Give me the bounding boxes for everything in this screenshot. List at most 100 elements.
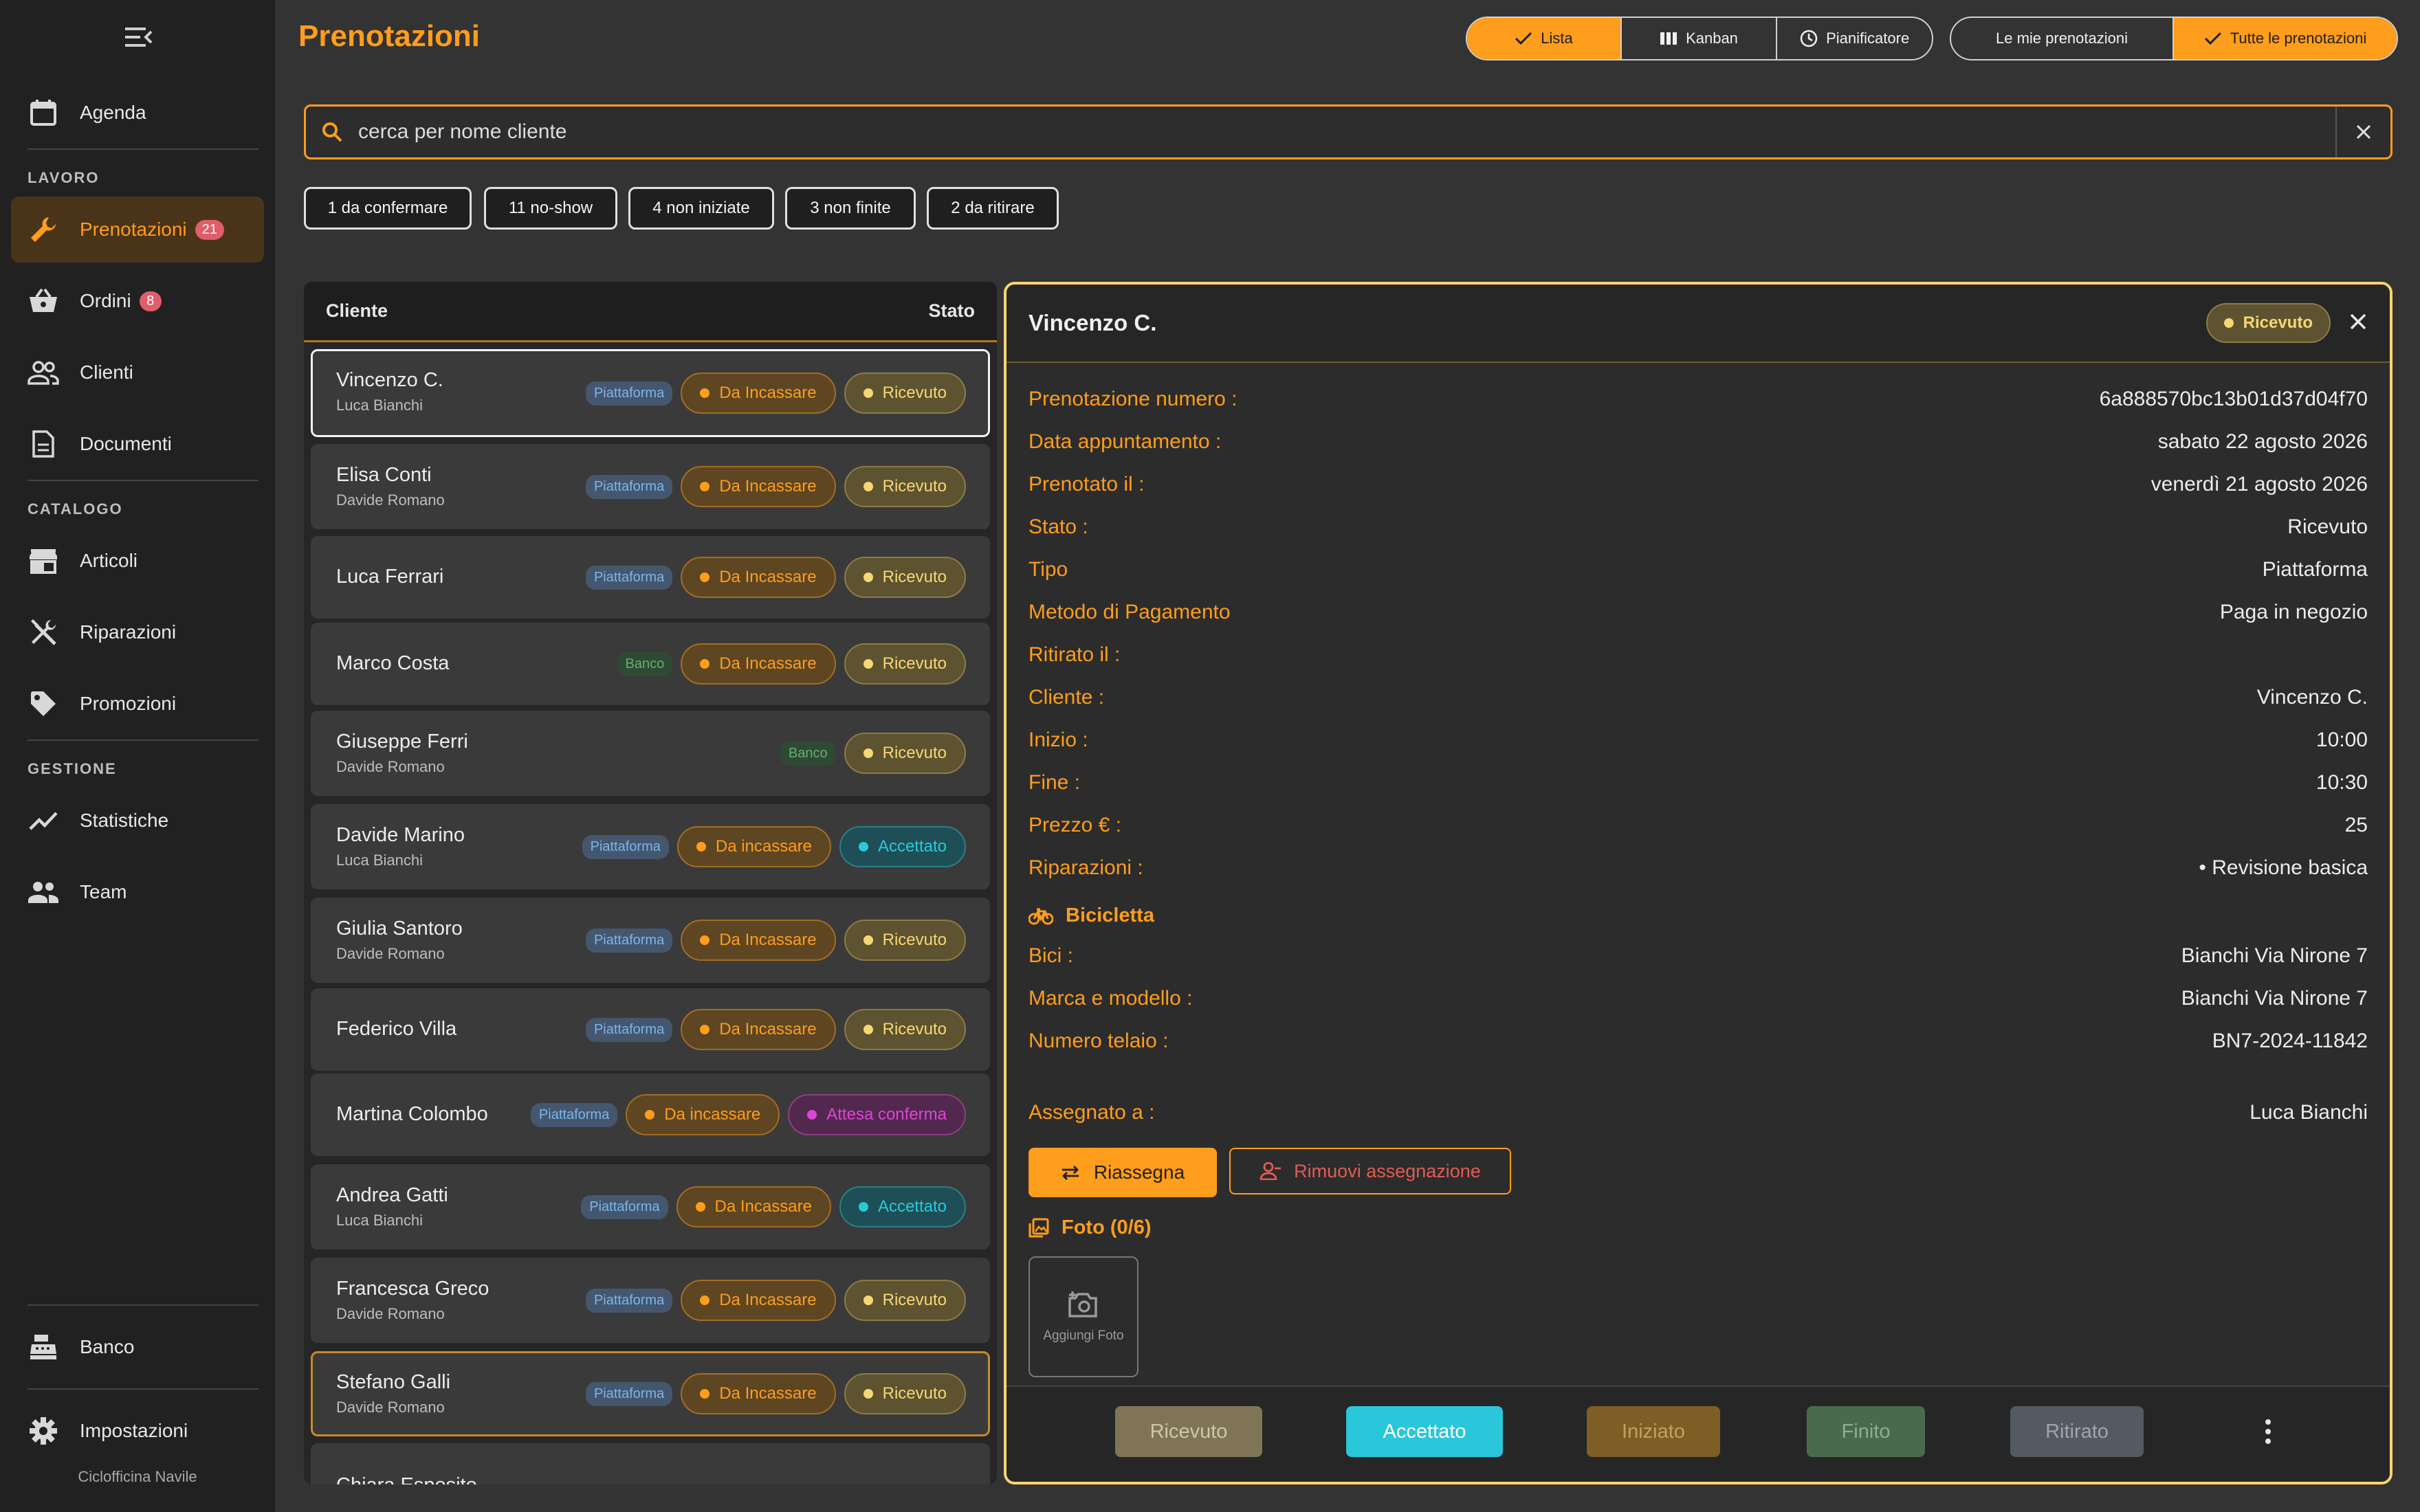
source-tag: Piattaforma xyxy=(585,565,673,590)
booking-row[interactable]: Marco Costa Banco Da Incassare Ricevuto xyxy=(311,623,990,705)
payment-status-pill: Da Incassare xyxy=(681,920,836,961)
booking-row[interactable]: Martina Colombo Piattaforma Da incassare At… xyxy=(311,1074,990,1156)
remove-assignment-button[interactable]: Rimuovi assegnazione xyxy=(1229,1148,1511,1194)
payment-status-label: Da Incassare xyxy=(719,383,817,402)
sidebar-item-banco[interactable]: Banco xyxy=(11,1314,264,1380)
booking-row[interactable]: Federico Villa Piattaforma Da Incassare Ric… xyxy=(311,988,990,1071)
detail-field-row: Data appuntamento : sabato 22 agosto 2026 xyxy=(1028,430,2368,454)
client-name: Luca Ferrari xyxy=(336,566,444,588)
assigned-label: Assegnato a : xyxy=(1028,1101,1155,1124)
field-label: Stato : xyxy=(1028,515,1088,538)
owner-filter: Le mie prenotazioni Tutte le prenotazion… xyxy=(1950,16,2398,60)
sidebar-item-team[interactable]: Team xyxy=(11,859,264,925)
booking-status-label: Ricevuto xyxy=(882,1291,947,1309)
detail-field-row: Metodo di Pagamento Paga in negozio xyxy=(1028,601,2368,624)
clear-search-button[interactable] xyxy=(2335,107,2390,157)
section-label-gestione: GESTIONE xyxy=(28,760,117,777)
assignee-name: Luca Bianchi xyxy=(336,1212,423,1229)
add-photo-button[interactable]: Aggiungi Foto xyxy=(1028,1256,1138,1377)
booking-row[interactable]: Luca Ferrari Piattaforma Da Incassare Ricev… xyxy=(311,536,990,619)
client-name: Elisa Conti xyxy=(336,464,432,486)
remove-person-icon xyxy=(1260,1162,1282,1180)
assigned-row: Assegnato a : Luca Bianchi xyxy=(1028,1101,2368,1124)
more-vert-icon xyxy=(2265,1419,2271,1444)
row-tags: Banco Da Incassare Ricevuto xyxy=(617,643,966,685)
sidebar-item-impostazioni[interactable]: Impostazioni xyxy=(11,1398,264,1464)
sidebar-item-clienti[interactable]: Clienti xyxy=(11,340,264,405)
filter-all-button[interactable]: Tutte le prenotazioni xyxy=(2174,18,2397,59)
filter-chip[interactable]: 4 non iniziate xyxy=(628,187,774,230)
assigned-value: Luca Bianchi xyxy=(2250,1101,2368,1124)
field-label: Marca e modello : xyxy=(1028,987,1193,1010)
payment-status-pill: Da Incassare xyxy=(681,466,836,507)
sidebar-item-promozioni[interactable]: Promozioni xyxy=(11,671,264,737)
count-badge: 21 xyxy=(195,219,224,240)
status-ritirato-button[interactable]: Ritirato xyxy=(2010,1406,2144,1457)
booking-row[interactable]: Giulia Santoro Davide Romano Piattaforma Da… xyxy=(311,898,990,983)
status-finito-button[interactable]: Finito xyxy=(1807,1406,1925,1457)
status-ricevuto-button[interactable]: Ricevuto xyxy=(1115,1406,1262,1457)
view-pianificatore-button[interactable]: Pianificatore xyxy=(1777,18,1932,59)
field-value: 10:30 xyxy=(2316,771,2368,794)
booking-row[interactable]: Elisa Conti Davide Romano Piattaforma Da In… xyxy=(311,444,990,529)
section-label-lavoro: LAVORO xyxy=(28,169,100,186)
check-icon xyxy=(1515,32,1532,45)
sidebar-item-statistiche[interactable]: Statistiche xyxy=(11,788,264,854)
sidebar-item-articoli[interactable]: Articoli xyxy=(11,528,264,594)
payment-status-label: Da Incassare xyxy=(719,931,817,949)
booking-status-label: Ricevuto xyxy=(882,568,947,586)
sidebar-item-ordini[interactable]: Ordini 8 xyxy=(11,268,264,334)
reassign-button[interactable]: Riassegna xyxy=(1028,1148,1217,1197)
payment-status-pill: Da Incassare xyxy=(681,643,836,685)
close-detail-button[interactable] xyxy=(2348,312,2368,335)
sidebar-label: Impostazioni xyxy=(80,1420,188,1441)
client-name: Chiara Esposito xyxy=(336,1474,477,1485)
view-kanban-button[interactable]: Kanban xyxy=(1622,18,1778,59)
trending-up-icon xyxy=(28,805,59,836)
assignee-name: Luca Bianchi xyxy=(336,852,423,869)
check-icon xyxy=(2204,32,2221,45)
client-name: Federico Villa xyxy=(336,1018,457,1040)
filter-chip[interactable]: 2 da ritirare xyxy=(927,187,1059,230)
field-label: Tipo xyxy=(1028,558,1068,581)
sidebar-item-agenda[interactable]: Agenda xyxy=(11,80,264,146)
gear-icon xyxy=(28,1415,59,1447)
booking-row[interactable]: Chiara Esposito xyxy=(311,1443,990,1485)
field-label: Cliente : xyxy=(1028,686,1105,709)
booking-status-pill: Ricevuto xyxy=(844,920,966,961)
booking-row[interactable]: Francesca Greco Davide Romano Piattaforma D… xyxy=(311,1258,990,1343)
client-name: Martina Colombo xyxy=(336,1103,488,1125)
payment-status-label: Da Incassare xyxy=(719,568,817,586)
booking-row[interactable]: Stefano Galli Davide Romano Piattaforma Da … xyxy=(311,1351,990,1436)
filter-chip[interactable]: 11 no-show xyxy=(484,187,617,230)
view-lista-button[interactable]: Lista xyxy=(1467,18,1622,59)
cash-register-icon xyxy=(28,1331,59,1363)
filter-mine-button[interactable]: Le mie prenotazioni xyxy=(1951,18,2174,59)
status-accettato-button[interactable]: Accettato xyxy=(1346,1406,1503,1457)
booking-status-label: Ricevuto xyxy=(882,931,947,949)
row-tags: Piattaforma Da Incassare Ricevuto xyxy=(585,373,966,414)
bike-field-row: Numero telaio : BN7-2024-11842 xyxy=(1028,1030,2368,1053)
sidebar-item-riparazioni[interactable]: Riparazioni xyxy=(11,599,264,665)
sidebar-item-prenotazioni[interactable]: Prenotazioni 21 xyxy=(11,197,264,263)
source-tag: Piattaforma xyxy=(585,1288,673,1313)
booking-row[interactable]: Vincenzo C. Luca Bianchi Piattaforma Da Inc… xyxy=(311,349,990,437)
status-iniziato-button[interactable]: Iniziato xyxy=(1587,1406,1720,1457)
source-tag: Piattaforma xyxy=(585,381,673,405)
people-outline-icon xyxy=(28,357,59,388)
source-tag: Piattaforma xyxy=(585,1017,673,1042)
sidebar-item-documenti[interactable]: Documenti xyxy=(11,411,264,477)
row-tags: Piattaforma Da Incassare Ricevuto xyxy=(585,1280,966,1321)
collapse-menu-icon[interactable] xyxy=(121,23,154,51)
booking-status-label: Attesa conferma xyxy=(826,1105,947,1124)
search-input[interactable]: cerca per nome cliente xyxy=(358,120,2335,144)
search-bar[interactable]: cerca per nome cliente xyxy=(304,104,2392,159)
booking-row[interactable]: Andrea Gatti Luca Bianchi Piattaforma Da In… xyxy=(311,1164,990,1249)
booking-row[interactable]: Davide Marino Luca Bianchi Piattaforma Da i… xyxy=(311,804,990,889)
more-options-button[interactable] xyxy=(2244,1406,2292,1457)
assignee-name: Luca Bianchi xyxy=(336,397,423,414)
booking-row[interactable]: Giuseppe Ferri Davide Romano Banco Ricevuto xyxy=(311,711,990,796)
filter-chip[interactable]: 1 da confermare xyxy=(304,187,472,230)
filter-chip[interactable]: 3 non finite xyxy=(785,187,916,230)
sidebar-label: Riparazioni xyxy=(80,621,177,643)
